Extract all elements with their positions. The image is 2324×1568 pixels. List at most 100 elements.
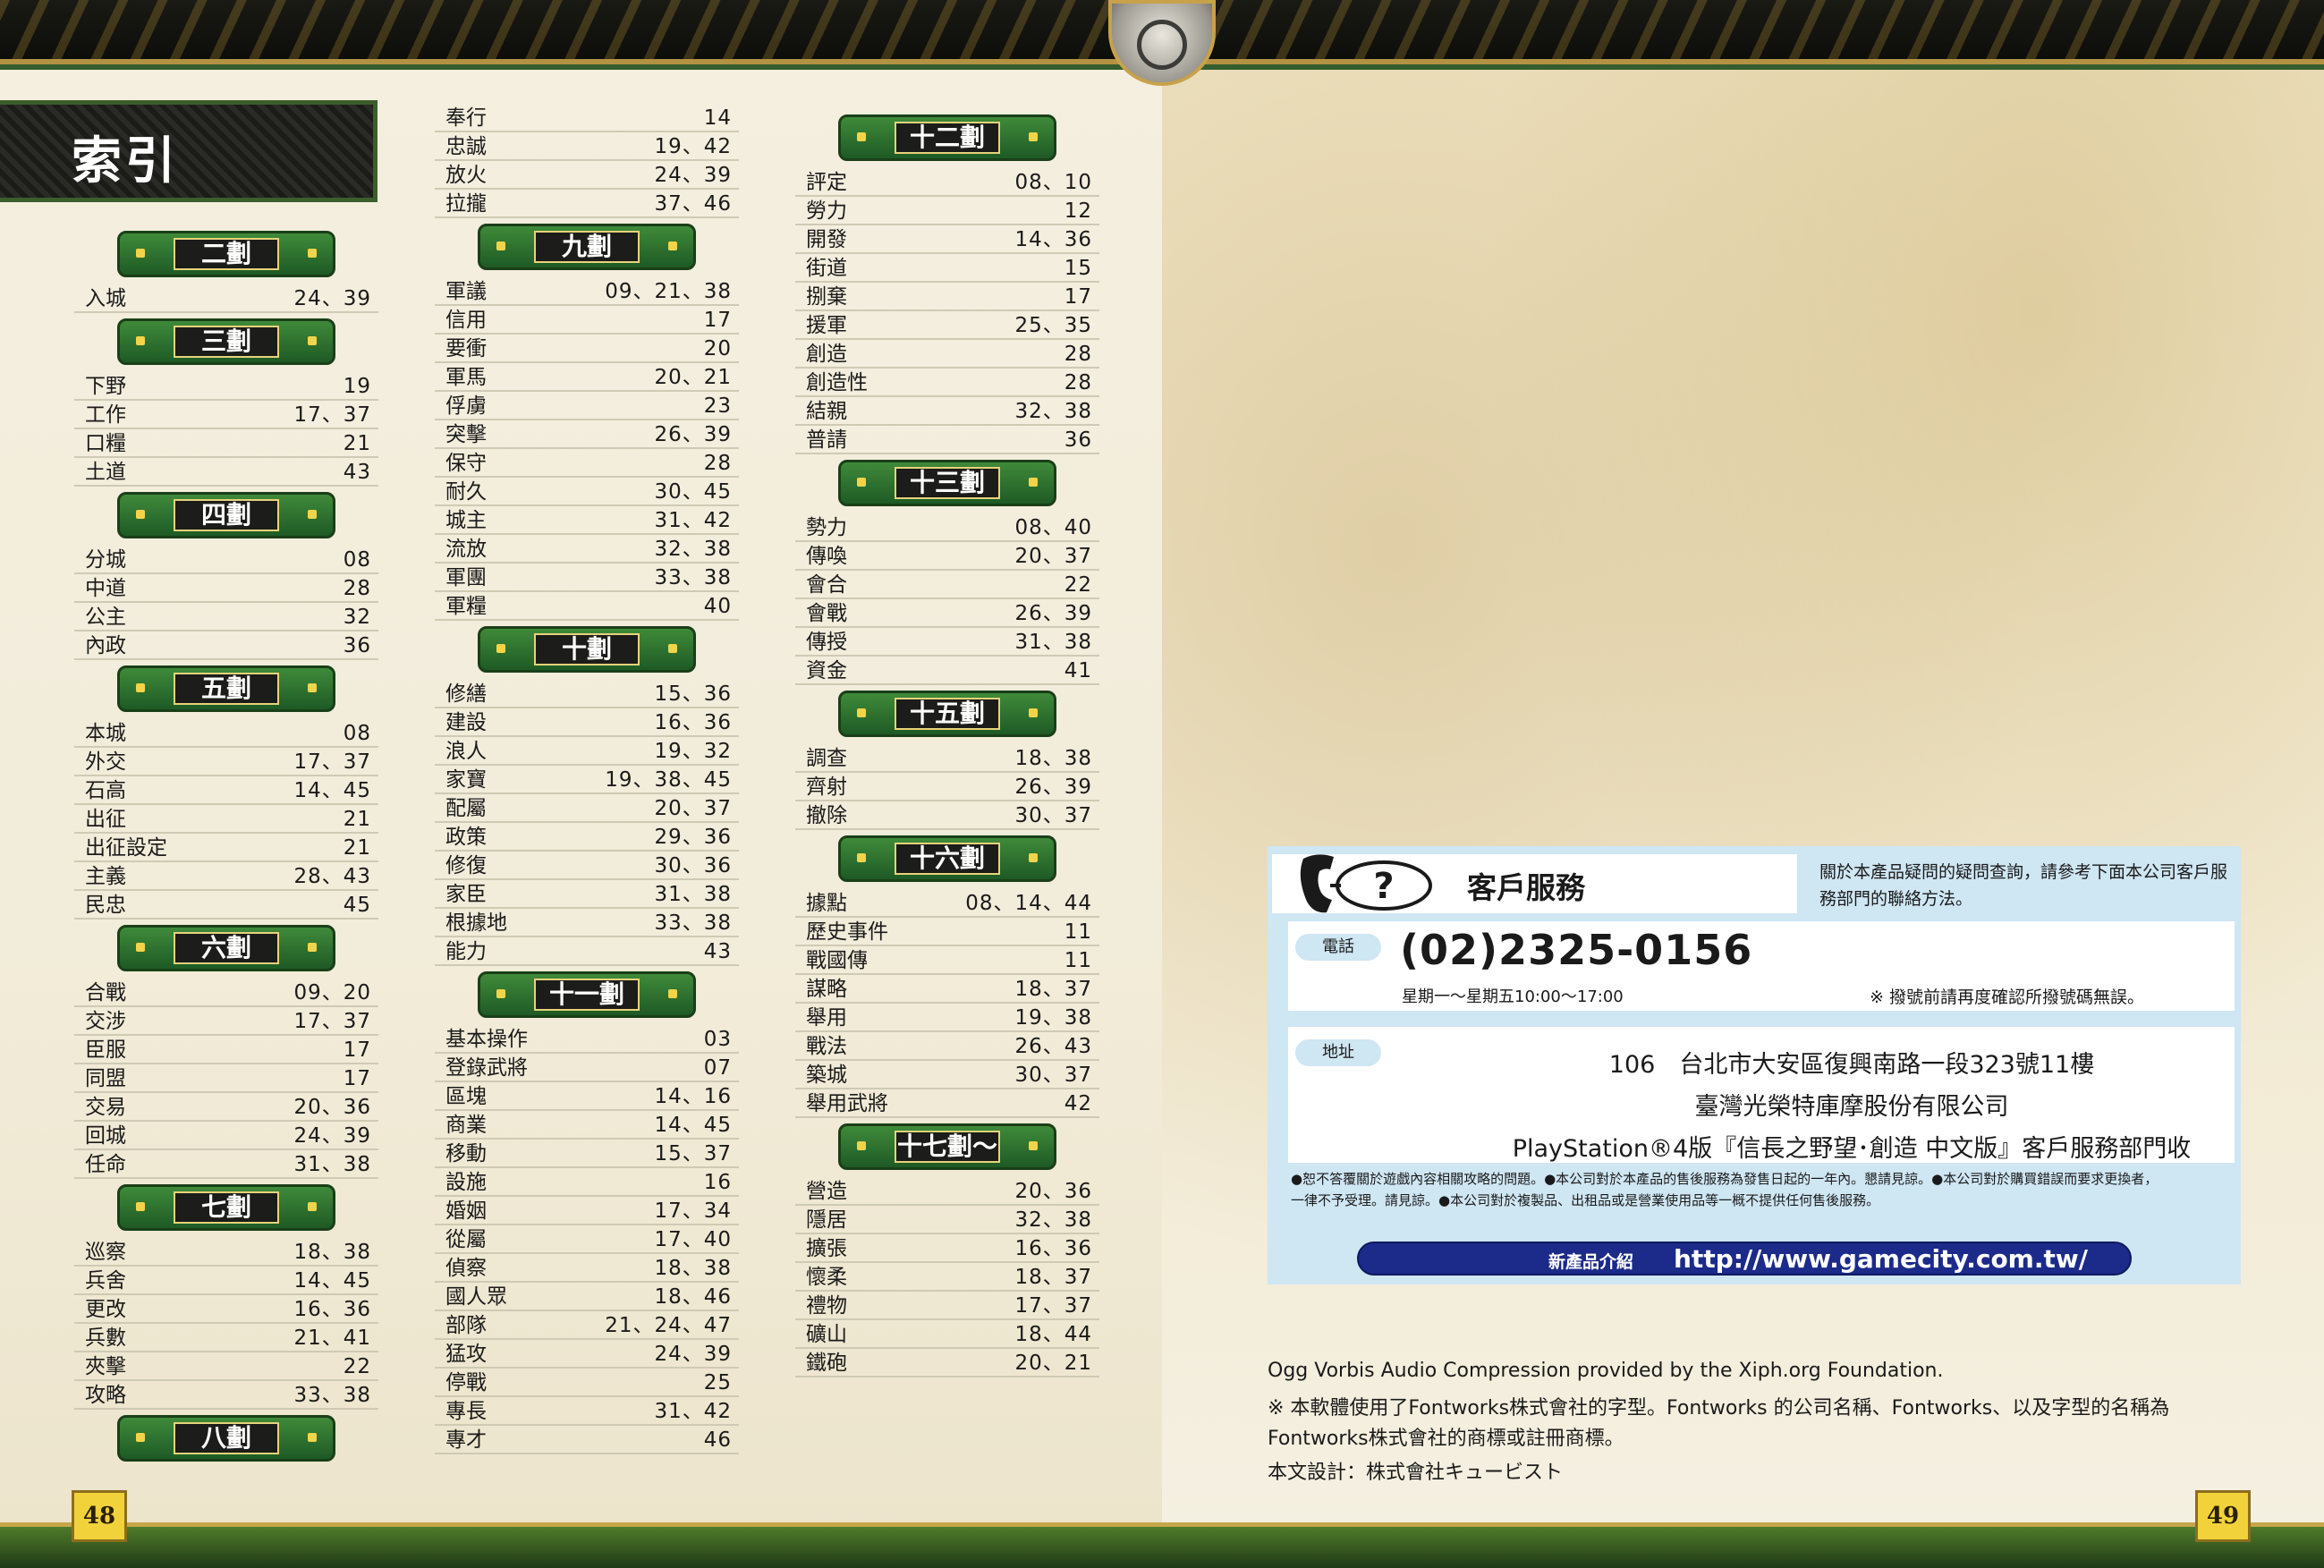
entry-term: 石高: [85, 779, 126, 802]
entry-term: 歷史事件: [806, 920, 888, 944]
entry-pages: 32: [343, 606, 371, 629]
index-entry: 出征 21: [74, 805, 378, 834]
entry-pages: 30、36: [654, 854, 732, 877]
section-ornament: [496, 644, 505, 653]
section-ornament: [308, 510, 317, 519]
entry-term: 結親: [806, 400, 847, 423]
section-ornament: [857, 1141, 866, 1150]
entry-term: 軍團: [445, 566, 487, 589]
phone-tag: 電話: [1295, 934, 1381, 961]
entry-term: 國人眾: [445, 1285, 507, 1309]
entry-term: 移動: [445, 1142, 487, 1165]
index-entry: 懷柔 18、37: [795, 1263, 1099, 1292]
index-title-banner: 索引: [0, 100, 377, 202]
section-ornament: [308, 1202, 317, 1211]
entry-term: 外交: [85, 750, 126, 774]
entry-pages: 14、45: [654, 1114, 732, 1137]
index-entry: 中道 28: [74, 574, 378, 603]
entry-pages: 18、46: [654, 1285, 732, 1309]
entry-term: 捌棄: [806, 285, 847, 309]
entry-term: 創造性: [806, 371, 868, 394]
entry-pages: 18、38: [654, 1257, 732, 1280]
entry-term: 擴張: [806, 1237, 847, 1260]
index-entry: 能力 43: [435, 937, 739, 966]
entry-pages: 32、38: [1014, 1208, 1092, 1232]
index-entry: 公主 32: [74, 603, 378, 631]
entry-pages: 11: [1064, 949, 1092, 972]
entry-term: 謀略: [806, 978, 847, 1001]
entry-pages: 40: [703, 595, 732, 618]
section-ornament: [136, 943, 145, 952]
entry-term: 能力: [445, 940, 487, 963]
entry-pages: 12: [1064, 199, 1092, 223]
index-entry: 軍馬 20、21: [435, 363, 739, 392]
entry-pages: 22: [343, 1355, 371, 1378]
entry-pages: 17、37: [293, 750, 371, 774]
entry-term: 中道: [85, 577, 126, 600]
entry-pages: 28: [343, 577, 371, 600]
section-label: 三劃: [174, 326, 279, 358]
section-label: 六劃: [174, 932, 279, 964]
index-entry: 礦山 18、44: [795, 1320, 1099, 1349]
entry-underline: [74, 658, 378, 660]
entry-term: 築城: [806, 1064, 847, 1087]
entry-pages: 31、42: [654, 1400, 732, 1423]
entry-pages: 17、40: [654, 1228, 732, 1251]
index-entry: 要衝 20: [435, 335, 739, 363]
service-notes-line-1: ●恕不答覆關於遊戲內容相關攻略的問題。●本公司對於本產品的售後服務為發售日起的一…: [1291, 1171, 2159, 1187]
index-entry: 石高 14、45: [74, 776, 378, 805]
index-entry: 政策 29、36: [435, 823, 739, 852]
entry-term: 禮物: [806, 1294, 847, 1318]
entry-term: 舉用武將: [806, 1092, 888, 1115]
entry-pages: 09、20: [293, 981, 371, 1004]
index-entry: 齊射 26、39: [795, 773, 1099, 801]
entry-pages: 25: [703, 1371, 732, 1394]
entry-pages: 17: [703, 309, 732, 332]
page-number-right: 49: [2195, 1490, 2251, 1542]
entry-pages: 43: [343, 461, 371, 484]
entry-pages: 15、37: [654, 1142, 732, 1165]
entry-term: 勢力: [806, 516, 847, 539]
entry-term: 普請: [806, 428, 847, 452]
entry-pages: 30、37: [1014, 1064, 1092, 1087]
index-entry: 婚姻 17、34: [435, 1197, 739, 1225]
section-header: 十一劃: [478, 971, 696, 1018]
entry-pages: 32、38: [654, 538, 732, 561]
index-entry: 同盟 17: [74, 1064, 378, 1093]
entry-pages: 45: [343, 894, 371, 917]
index-entry: 勢力 08、40: [795, 513, 1099, 542]
entry-underline: [795, 1376, 1099, 1377]
website-link[interactable]: http://www.gamecity.com.tw/: [1674, 1244, 2088, 1274]
section-ornament: [136, 510, 145, 519]
section-label: 十三劃: [895, 467, 1000, 499]
entry-pages: 23: [703, 394, 732, 418]
entry-term: 勞力: [806, 199, 847, 223]
entry-term: 家寶: [445, 768, 487, 792]
entry-term: 資金: [806, 659, 847, 682]
index-entry: 放火 24、39: [435, 161, 739, 190]
customer-service-description: 關於本產品疑問的疑問查詢，請參考下面本公司客戶服務部門的聯絡方法。: [1819, 862, 2228, 909]
section-label: 十五劃: [895, 698, 1000, 730]
entry-term: 營造: [806, 1180, 847, 1203]
index-entry: 鐵砲 20、21: [795, 1349, 1099, 1377]
service-hours: 星期一～星期五10:00～17:00: [1402, 987, 1624, 1006]
index-entry: 從屬 17、40: [435, 1225, 739, 1254]
index-entry: 交涉 17、37: [74, 1007, 378, 1036]
entry-pages: 14、16: [654, 1085, 732, 1108]
section-header: 十三劃: [838, 460, 1056, 506]
entry-pages: 07: [703, 1056, 732, 1080]
entry-term: 舉用: [806, 1006, 847, 1030]
entry-pages: 17: [1064, 285, 1092, 309]
index-entry: 軍團 33、38: [435, 564, 739, 592]
index-entry: 舉用武將 42: [795, 1089, 1099, 1118]
entry-term: 部隊: [445, 1314, 487, 1337]
entry-pages: 21: [343, 432, 371, 455]
dial-note: ※ 撥號前請再度確認所撥號碼無誤。: [1870, 987, 2144, 1007]
index-entry: 歷史事件 11: [795, 918, 1099, 946]
new-products-label: 新產品介紹: [1548, 1252, 1634, 1272]
entry-underline: [435, 1453, 739, 1454]
entry-pages: 46: [703, 1428, 732, 1452]
entry-pages: 14、45: [293, 779, 371, 802]
entry-pages: 18、38: [1014, 747, 1092, 770]
entry-pages: 36: [343, 634, 371, 657]
